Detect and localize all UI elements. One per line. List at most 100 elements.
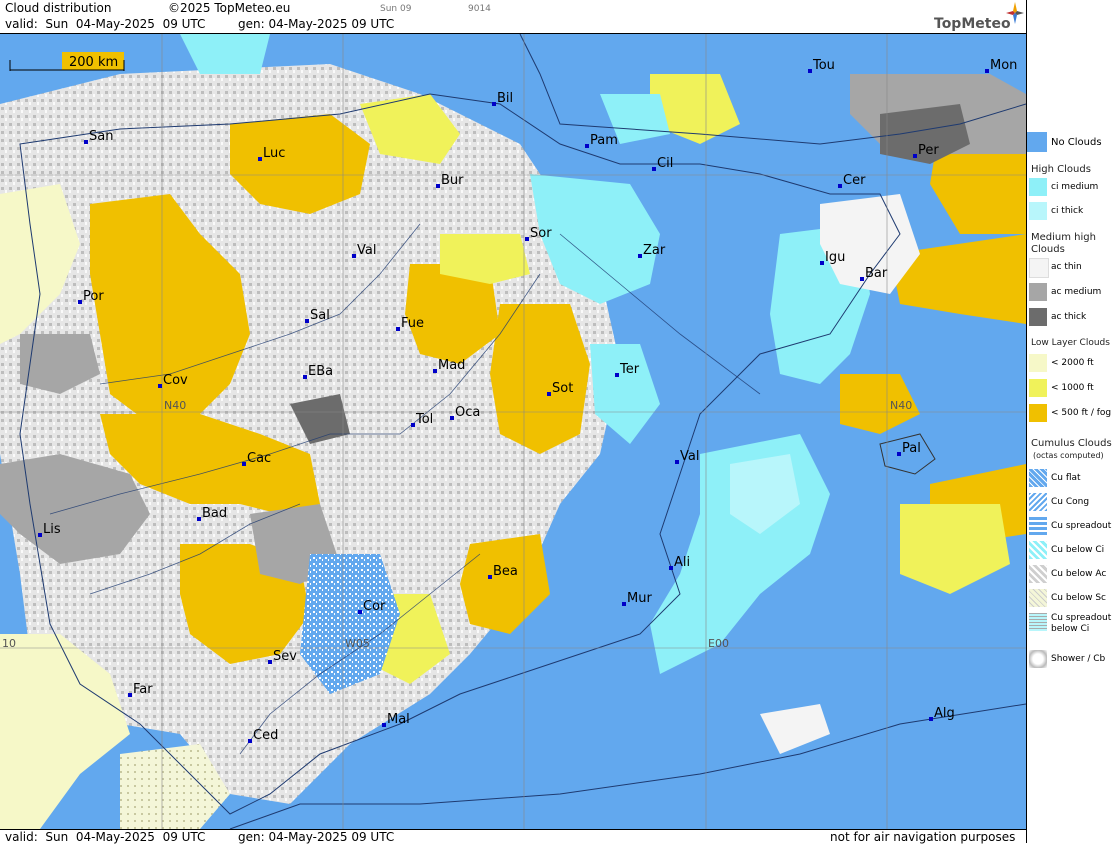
low-cloud-1000-center <box>440 234 530 284</box>
day-tab[interactable]: Sun 09 <box>380 4 411 14</box>
footer-valid-time: valid: Sun 04-May-2025 09 UTC <box>5 830 206 844</box>
scale-bar-label: 200 km <box>69 55 118 70</box>
grid-label-w10: 10 <box>2 637 16 650</box>
city-label: Fue <box>401 316 424 331</box>
city-marker <box>669 566 673 570</box>
city-label: Cor <box>363 599 386 614</box>
swatch-cu-spread-below-ci <box>1029 613 1047 631</box>
swatch-ci-thick <box>1029 202 1047 220</box>
city-label: Sor <box>530 226 552 241</box>
city-label: Bar <box>865 266 888 281</box>
swatch-low-500 <box>1029 404 1047 422</box>
city-label: Pam <box>590 133 618 148</box>
city-marker <box>268 660 272 664</box>
city-label: Igu <box>825 250 845 265</box>
city-marker <box>675 460 679 464</box>
city-label: Oca <box>455 405 480 420</box>
legend-label-cu-spreadout: Cu spreadout <box>1051 521 1112 531</box>
city-marker <box>808 69 812 73</box>
city-label: Luc <box>263 146 285 161</box>
valid-time: valid: Sun 04-May-2025 09 UTC <box>5 17 206 31</box>
city-marker <box>585 144 589 148</box>
city-label: Cil <box>657 156 673 171</box>
legend-label-low-500: < 500 ft / fog <box>1051 408 1112 418</box>
legend-label-cu-below-sc: Cu below Sc <box>1051 593 1106 603</box>
map-title: Cloud distribution <box>5 1 112 15</box>
city-marker <box>358 610 362 614</box>
city-marker <box>615 373 619 377</box>
city-label: Ced <box>253 728 278 743</box>
compass-logo-icon <box>1006 2 1024 24</box>
city-marker <box>547 392 551 396</box>
legend-label-cu-spread-ci-1: Cu spreadout <box>1051 613 1112 623</box>
footer-disclaimer: not for air navigation purposes <box>830 830 1016 844</box>
city-marker <box>38 533 42 537</box>
map-footer: valid: Sun 04-May-2025 09 UTC gen: 04-Ma… <box>0 829 1026 844</box>
legend-label-ac-medium: ac medium <box>1051 287 1102 297</box>
city-label: Zar <box>643 243 666 258</box>
swatch-low-2000 <box>1029 354 1047 372</box>
city-marker <box>985 69 989 73</box>
city-marker <box>860 277 864 281</box>
legend-label-cu-below-ac: Cu below Ac <box>1051 569 1107 579</box>
city-marker <box>411 423 415 427</box>
legend-label-ac-thick: ac thick <box>1051 312 1087 322</box>
city-marker <box>248 739 252 743</box>
city-marker <box>913 154 917 158</box>
grid-label-w05: W05 <box>345 637 370 650</box>
city-label: San <box>89 129 113 144</box>
swatch-cu-spreadout <box>1029 517 1047 535</box>
city-label: Sev <box>273 649 297 664</box>
city-label: Mon <box>990 58 1017 73</box>
legend-label-shower: Shower / Cb <box>1051 654 1106 664</box>
city-marker <box>433 369 437 373</box>
city-label: Bil <box>497 91 513 106</box>
city-marker <box>396 327 400 331</box>
code-label: 9014 <box>468 4 491 14</box>
city-marker <box>158 384 162 388</box>
legend-label-cu-below-ci: Cu below Ci <box>1051 545 1105 555</box>
map-canvas: N40 N40 W05 E00 10 200 km San Luc Bil Pam Ci… <box>0 34 1026 829</box>
city-label: Por <box>83 289 104 304</box>
legend-label-no-clouds: No Clouds <box>1051 137 1102 148</box>
swatch-shower <box>1029 650 1047 668</box>
city-marker <box>242 462 246 466</box>
legend-panel: No Clouds High Clouds ci medium ci thick… <box>1026 0 1117 843</box>
city-label: Ali <box>674 555 690 570</box>
city-label: Tol <box>415 412 433 427</box>
city-marker <box>838 184 842 188</box>
swatch-cu-below-sc <box>1029 589 1047 607</box>
city-label: Val <box>680 449 699 464</box>
city-marker <box>525 237 529 241</box>
swatch-no-clouds <box>1027 132 1047 152</box>
legend-title-low: Low Layer Clouds <box>1031 338 1110 348</box>
legend-title-high: High Clouds <box>1031 164 1091 175</box>
city-marker <box>258 157 262 161</box>
city-label: Pal <box>902 441 921 456</box>
gen-time: gen: 04-May-2025 09 UTC <box>238 17 395 31</box>
grid-label-n40-right: N40 <box>890 399 912 412</box>
city-label: Ter <box>619 362 640 377</box>
grid-label-e00: E00 <box>708 637 729 650</box>
legend-title-medium-2: Clouds <box>1031 244 1065 255</box>
city-marker <box>897 452 901 456</box>
city-marker <box>488 575 492 579</box>
swatch-ci-medium <box>1029 178 1047 196</box>
cloud-map[interactable]: N40 N40 W05 E00 10 200 km San Luc Bil Pam Ci… <box>0 34 1026 829</box>
swatch-low-1000 <box>1029 379 1047 397</box>
swatch-cu-cong <box>1029 493 1047 511</box>
city-marker <box>450 416 454 420</box>
footer-gen-time: gen: 04-May-2025 09 UTC <box>238 830 395 844</box>
map-header: Cloud distribution ©2025 TopMeteo.eu Sun… <box>0 0 1026 34</box>
city-label: Cac <box>247 451 271 466</box>
city-label: Mad <box>438 358 465 373</box>
legend-label-cu-cong: Cu Cong <box>1051 497 1090 507</box>
city-marker <box>492 102 496 106</box>
topmeteo-logo: TopMeteo <box>934 16 1011 32</box>
city-label: Tou <box>812 58 835 73</box>
city-marker <box>382 723 386 727</box>
copyright: ©2025 TopMeteo.eu <box>168 1 291 15</box>
city-label: Sal <box>310 308 330 323</box>
city-marker <box>929 717 933 721</box>
city-marker <box>436 184 440 188</box>
